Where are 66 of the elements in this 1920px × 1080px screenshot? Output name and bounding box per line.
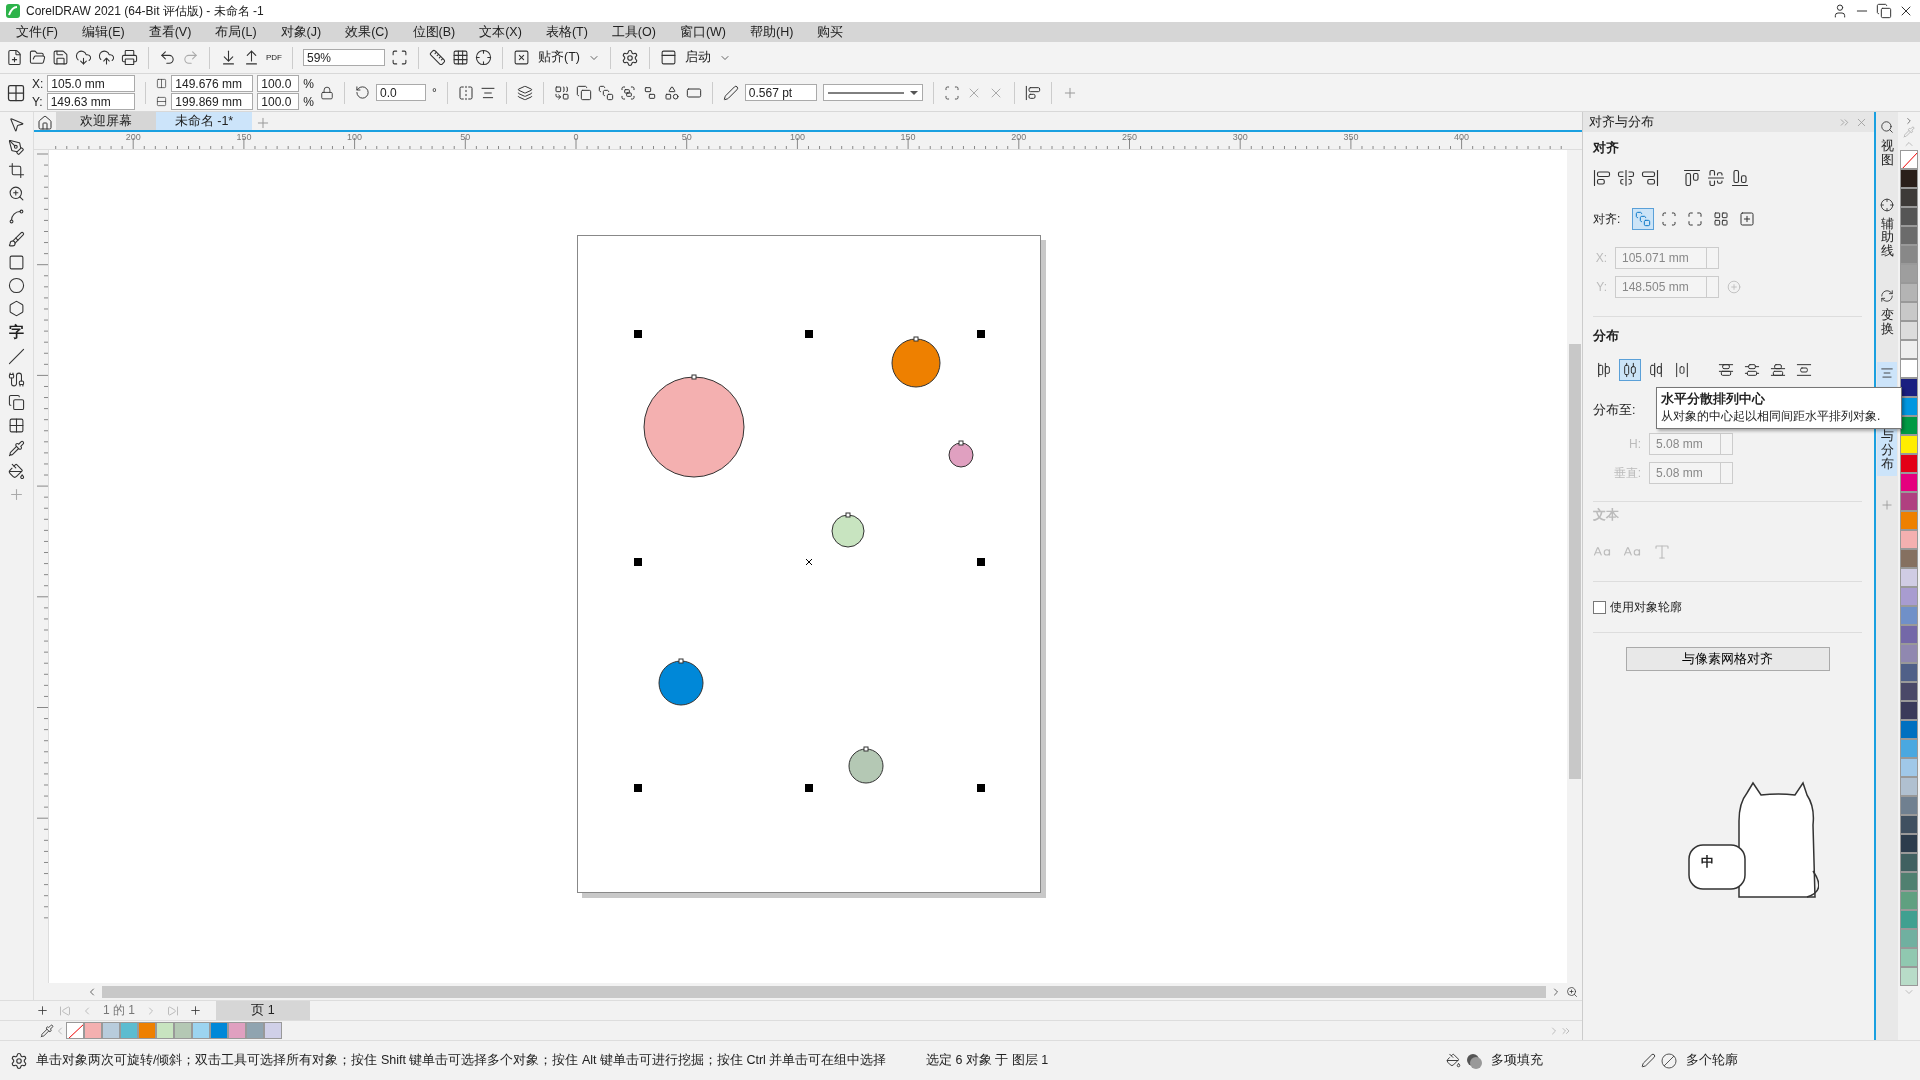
menu-item[interactable]: 文本(X) (467, 23, 534, 41)
ruler-label: 300 (1232, 132, 1248, 142)
menu-item[interactable]: 效果(C) (333, 23, 401, 41)
menu-item[interactable]: 窗口(W) (667, 23, 739, 41)
degree-label: ° (432, 85, 437, 100)
ruler-label: 100 (347, 132, 363, 142)
outline-width-field[interactable]: 0.567 pt (744, 84, 817, 101)
ruler-label: 150 (236, 132, 252, 142)
ruler-label: 50 (460, 132, 471, 142)
ruler-label: 150 (900, 132, 916, 142)
text-tool[interactable]: 字 (9, 323, 24, 342)
zoom-field[interactable]: 59% (303, 49, 385, 66)
menu-item[interactable]: 布局(L) (203, 23, 269, 41)
menu-item[interactable]: 编辑(E) (69, 23, 137, 41)
ruler-label: 350 (1343, 132, 1359, 142)
pdf-label: PDF (266, 53, 282, 62)
menu-item[interactable]: 工具(O) (599, 23, 668, 41)
page-counter: 1 的 1 (103, 1002, 135, 1019)
menu-item[interactable]: 购买 (805, 23, 856, 41)
ruler-label: 100 (789, 132, 805, 142)
ruler-label: 400 (1454, 132, 1470, 142)
ruler-label: 0 (573, 132, 579, 142)
width-field[interactable]: 149.676 mm (171, 75, 254, 92)
menu-item[interactable]: 表格(T) (533, 23, 600, 41)
snap-button[interactable]: 贴齐(T) (536, 49, 582, 66)
scale-y-field[interactable]: 100.0 (257, 93, 300, 110)
document-tab[interactable]: 欢迎屏幕 (56, 112, 156, 130)
checkbox-label: 使用对象轮廓 (1610, 599, 1682, 616)
distribute-to-label: 分布至: (1593, 401, 1636, 419)
outline-status: 多个轮廓 (1686, 1052, 1738, 1069)
fill-status: 多项填充 (1491, 1052, 1544, 1069)
tooltip-text: 从对象的中心起以相同间距水平排列对象. (1661, 408, 1882, 425)
page-tab[interactable]: 页 1 (216, 1000, 310, 1021)
launch-button[interactable]: 启动 (682, 49, 713, 66)
rotation-field[interactable]: 0.0 (376, 84, 426, 101)
docker-title: 对齐与分布 (1589, 113, 1655, 131)
window-title: CorelDRAW 2021 (64-Bit 评估版) - 未命名 -1 (26, 2, 265, 20)
scale-x-field[interactable]: 100.0 (257, 75, 300, 92)
side-tab[interactable]: 视图 (1877, 116, 1897, 172)
y-label: Y: (32, 94, 43, 109)
section-heading: 对齐 (1593, 140, 1620, 156)
selection-status: 选定 6 对象 于 图层 1 (926, 1052, 1050, 1069)
menu-item[interactable]: 帮助(H) (738, 23, 806, 41)
pixel-grid-button[interactable]: 与像素网格对齐 (1625, 647, 1830, 671)
side-tab[interactable]: 变换 (1877, 284, 1897, 341)
side-tab[interactable]: 辅助线 (1877, 193, 1897, 263)
ruler-label: 50 (681, 132, 692, 142)
tooltip-title: 水平分散排列中心 (1661, 391, 1766, 408)
document-tab[interactable]: 未命名 -1* (156, 112, 252, 130)
ruler-label: 200 (125, 132, 141, 142)
section-heading: 分布 (1593, 328, 1620, 344)
ruler-label: 200 (1011, 132, 1027, 142)
y-field[interactable]: 149.63 mm (46, 93, 135, 110)
height-field[interactable]: 199.869 mm (171, 93, 254, 110)
align-to-label: 对齐: (1593, 210, 1621, 228)
ime-label: 中 (1701, 853, 1714, 871)
status-hint: 单击对象两次可旋转/倾斜；双击工具可选择所有对象；按住 Shift 键单击可选择多个对象；按住 Alt 键单击可进行挖掘；按住 Ctrl 并单击可在组中选择 (36, 1052, 888, 1069)
menu-item[interactable]: 文件(F) (4, 23, 70, 41)
x-label: X: (32, 76, 44, 91)
percent-label: % (303, 94, 314, 109)
menu-item[interactable]: 查看(V) (136, 23, 204, 41)
percent-label: % (303, 76, 314, 91)
x-field[interactable]: 105.0 mm (47, 75, 136, 92)
menu-item[interactable]: 位图(B) (400, 23, 468, 41)
ruler-label: 250 (1122, 132, 1137, 142)
menu-item[interactable]: 对象(J) (268, 23, 334, 41)
